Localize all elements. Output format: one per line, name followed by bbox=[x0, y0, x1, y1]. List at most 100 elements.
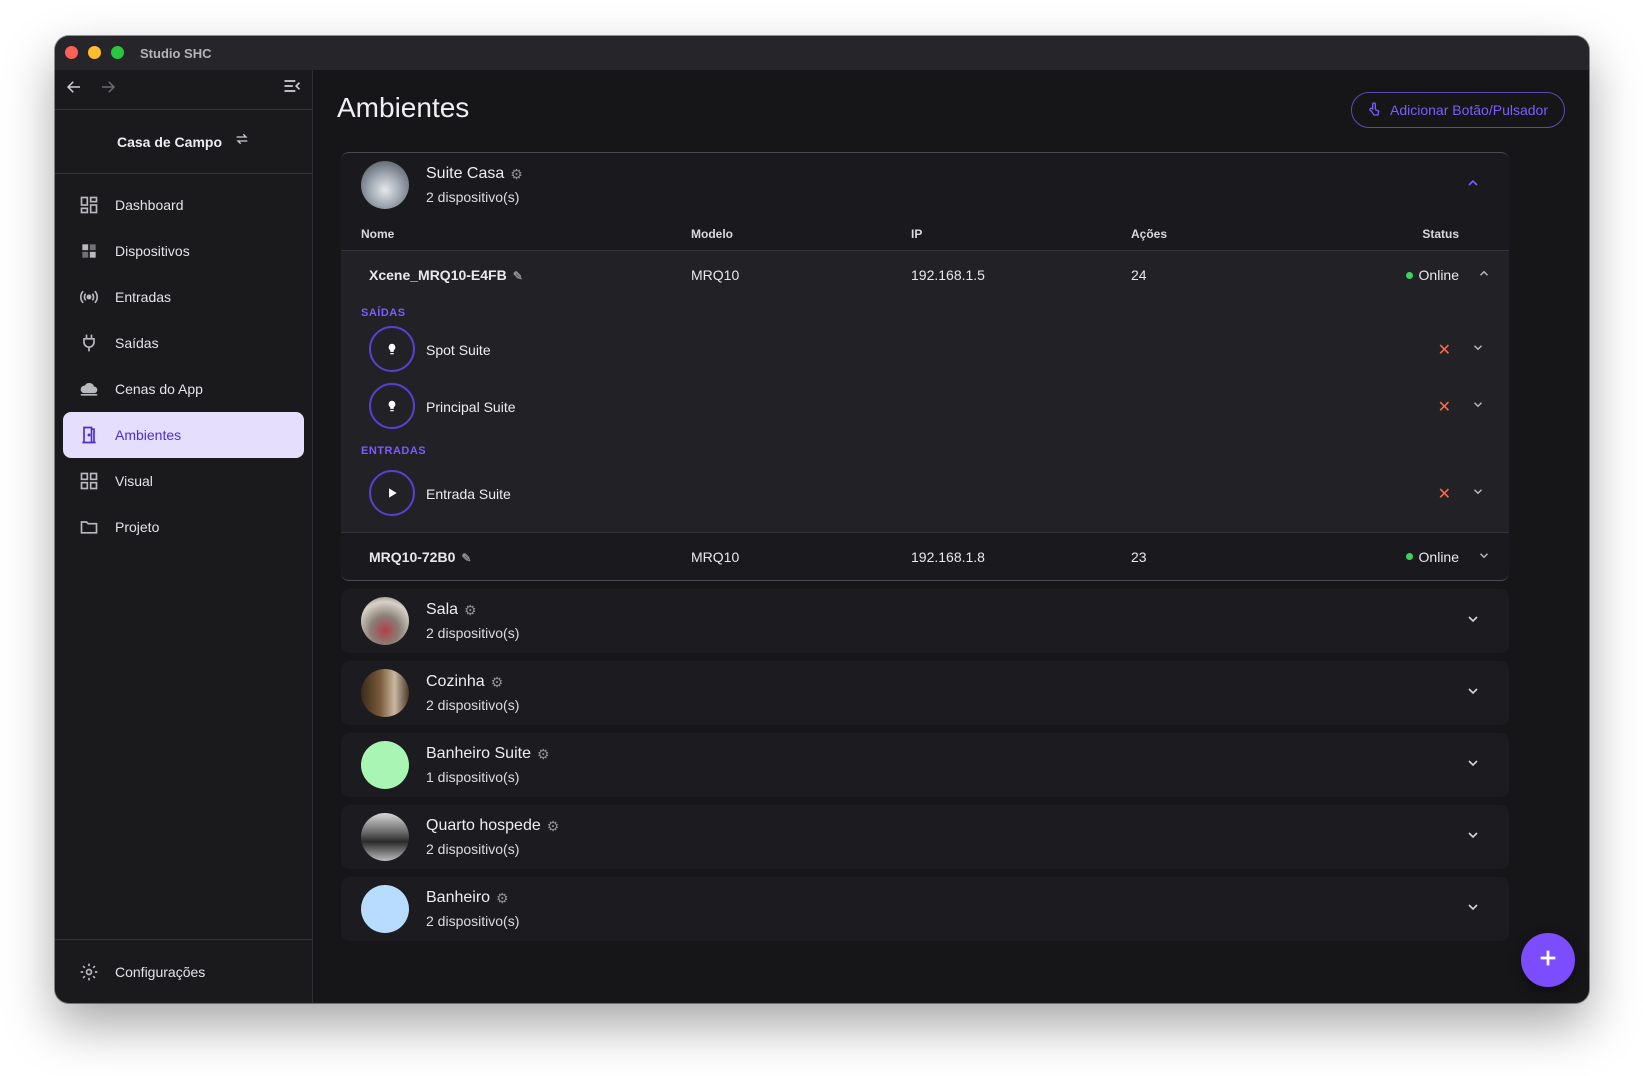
chevron-down-icon[interactable] bbox=[1471, 340, 1485, 359]
door-icon bbox=[77, 423, 101, 447]
room-header[interactable]: Banheiro ⚙ 2 dispositivo(s) bbox=[341, 877, 1509, 941]
chevron-up-icon[interactable] bbox=[1465, 175, 1481, 196]
column-header-model: Modelo bbox=[691, 226, 733, 241]
chevron-down-icon[interactable] bbox=[1465, 827, 1481, 848]
room-settings-gear-icon[interactable]: ⚙ bbox=[496, 890, 509, 907]
room-header[interactable]: Cozinha ⚙ 2 dispositivo(s) bbox=[341, 661, 1509, 725]
room-avatar bbox=[361, 161, 409, 209]
cloud-icon bbox=[77, 377, 101, 401]
devices-icon bbox=[77, 239, 101, 263]
forward-arrow-icon[interactable] bbox=[99, 78, 117, 102]
sidebar-item-label: Projeto bbox=[115, 519, 160, 535]
device-name: Xcene_MRQ10-E4FB bbox=[369, 267, 507, 283]
column-header-status: Status bbox=[1422, 226, 1459, 241]
room-name: Sala bbox=[426, 601, 459, 618]
sidebar-item-label: Dashboard bbox=[115, 197, 184, 213]
collapse-sidebar-icon[interactable] bbox=[282, 76, 302, 102]
room-settings-gear-icon[interactable]: ⚙ bbox=[510, 166, 523, 183]
sidebar-item-dashboard[interactable]: Dashboard bbox=[63, 182, 304, 228]
remove-x-icon[interactable]: ✕ bbox=[1438, 397, 1451, 417]
outputs-section-label: SAÍDAS bbox=[361, 307, 406, 319]
room-settings-gear-icon[interactable]: ⚙ bbox=[547, 818, 560, 835]
column-header-actions: Ações bbox=[1131, 226, 1168, 241]
room-avatar bbox=[361, 741, 409, 789]
sidebar-item-label: Ambientes bbox=[115, 427, 182, 443]
folder-icon bbox=[77, 515, 101, 539]
room-settings-gear-icon[interactable]: ⚙ bbox=[537, 746, 550, 763]
room-name: Suite Casa bbox=[426, 165, 505, 182]
status-text: Online bbox=[1418, 267, 1459, 283]
pencil-icon[interactable]: ✎ bbox=[513, 269, 523, 283]
sidebar-item-cenas[interactable]: Cenas do App bbox=[63, 366, 304, 412]
title-bar: Studio SHC bbox=[55, 36, 1589, 70]
zoom-window-button[interactable] bbox=[111, 46, 124, 59]
table-row[interactable]: MRQ10-72B0 ✎ MRQ10 192.168.1.8 23 Online bbox=[341, 532, 1509, 580]
chevron-down-icon[interactable] bbox=[1465, 755, 1481, 776]
chevron-down-icon[interactable] bbox=[1465, 899, 1481, 920]
add-room-fab-button[interactable] bbox=[1521, 933, 1575, 987]
sidebar-item-saidas[interactable]: Saídas bbox=[63, 320, 304, 366]
page-title: Ambientes bbox=[337, 92, 470, 123]
remove-x-icon[interactable]: ✕ bbox=[1438, 484, 1451, 504]
inputs-section-label: ENTRADAS bbox=[361, 445, 427, 457]
lightbulb-icon bbox=[369, 383, 415, 429]
table-header: Nome Modelo IP Ações Status bbox=[341, 217, 1509, 251]
room-name: Cozinha bbox=[426, 673, 485, 690]
device-ip: 192.168.1.8 bbox=[911, 548, 985, 565]
column-header-ip: IP bbox=[911, 226, 923, 241]
room-card[interactable]: Cozinha ⚙ 2 dispositivo(s) bbox=[341, 661, 1509, 725]
device-model: MRQ10 bbox=[691, 548, 740, 565]
pencil-icon[interactable]: ✎ bbox=[461, 551, 471, 565]
list-item[interactable]: Entrada Suite ✕ bbox=[341, 465, 1509, 522]
room-avatar bbox=[361, 597, 409, 645]
minimize-window-button[interactable] bbox=[88, 46, 101, 59]
room-card[interactable]: Banheiro Suite ⚙ 1 dispositivo(s) bbox=[341, 733, 1509, 797]
list-item[interactable]: Spot Suite ✕ bbox=[341, 321, 1509, 378]
room-avatar bbox=[361, 813, 409, 861]
add-button-pulsador-button[interactable]: Adicionar Botão/Pulsador bbox=[1351, 92, 1565, 128]
room-device-count: 2 dispositivo(s) bbox=[426, 189, 520, 205]
status-badge: Online bbox=[1405, 548, 1459, 565]
back-arrow-icon[interactable] bbox=[65, 78, 83, 102]
sidebar-item-dispositivos[interactable]: Dispositivos bbox=[63, 228, 304, 274]
room-card[interactable]: Sala ⚙ 2 dispositivo(s) bbox=[341, 589, 1509, 653]
status-text: Online bbox=[1418, 548, 1459, 565]
room-header[interactable]: Quarto hospede ⚙ 2 dispositivo(s) bbox=[341, 805, 1509, 869]
room-card[interactable]: Banheiro ⚙ 2 dispositivo(s) bbox=[341, 877, 1509, 941]
room-header[interactable]: Banheiro Suite ⚙ 1 dispositivo(s) bbox=[341, 733, 1509, 797]
chevron-down-icon[interactable] bbox=[1471, 484, 1485, 503]
room-device-count: 2 dispositivo(s) bbox=[426, 913, 520, 929]
room-card[interactable]: Quarto hospede ⚙ 2 dispositivo(s) bbox=[341, 805, 1509, 869]
chevron-down-icon[interactable] bbox=[1465, 611, 1481, 632]
project-switcher[interactable]: Casa de Campo bbox=[55, 110, 312, 174]
plug-icon bbox=[77, 331, 101, 355]
sidebar-item-label: Saídas bbox=[115, 335, 159, 351]
room-header[interactable]: Suite Casa ⚙ 2 dispositivo(s) bbox=[341, 153, 1509, 217]
sidebar-item-label: Visual bbox=[115, 473, 153, 489]
broadcast-icon bbox=[77, 285, 101, 309]
chevron-down-icon[interactable] bbox=[1465, 683, 1481, 704]
sidebar-menu: Dashboard Dispositivos Entradas Saídas C… bbox=[55, 174, 312, 550]
chevron-up-icon[interactable] bbox=[1477, 267, 1491, 284]
close-window-button[interactable] bbox=[65, 46, 78, 59]
sidebar-item-visual[interactable]: Visual bbox=[63, 458, 304, 504]
room-settings-gear-icon[interactable]: ⚙ bbox=[464, 602, 477, 619]
room-settings-gear-icon[interactable]: ⚙ bbox=[491, 674, 504, 691]
remove-x-icon[interactable]: ✕ bbox=[1438, 340, 1451, 360]
device-actions: 24 bbox=[1131, 267, 1147, 283]
device-name-cell: MRQ10-72B0 ✎ bbox=[369, 549, 471, 565]
device-model: MRQ10 bbox=[691, 267, 740, 283]
room-header[interactable]: Sala ⚙ 2 dispositivo(s) bbox=[341, 589, 1509, 653]
list-item[interactable]: Principal Suite ✕ bbox=[341, 378, 1509, 435]
table-row[interactable]: Xcene_MRQ10-E4FB ✎ MRQ10 192.168.1.5 24 O… bbox=[341, 251, 1509, 299]
chevron-down-icon[interactable] bbox=[1477, 548, 1491, 565]
room-device-count: 2 dispositivo(s) bbox=[426, 841, 520, 857]
sidebar-item-label: Entradas bbox=[115, 289, 172, 305]
chevron-down-icon[interactable] bbox=[1471, 397, 1485, 416]
add-button-label: Adicionar Botão/Pulsador bbox=[1390, 102, 1548, 118]
sidebar-item-ambientes[interactable]: Ambientes bbox=[63, 412, 304, 458]
sidebar-item-entradas[interactable]: Entradas bbox=[63, 274, 304, 320]
project-name: Casa de Campo bbox=[116, 133, 223, 150]
sidebar-item-configuracoes[interactable]: Configurações bbox=[63, 949, 304, 995]
sidebar-item-projeto[interactable]: Projeto bbox=[63, 504, 304, 550]
